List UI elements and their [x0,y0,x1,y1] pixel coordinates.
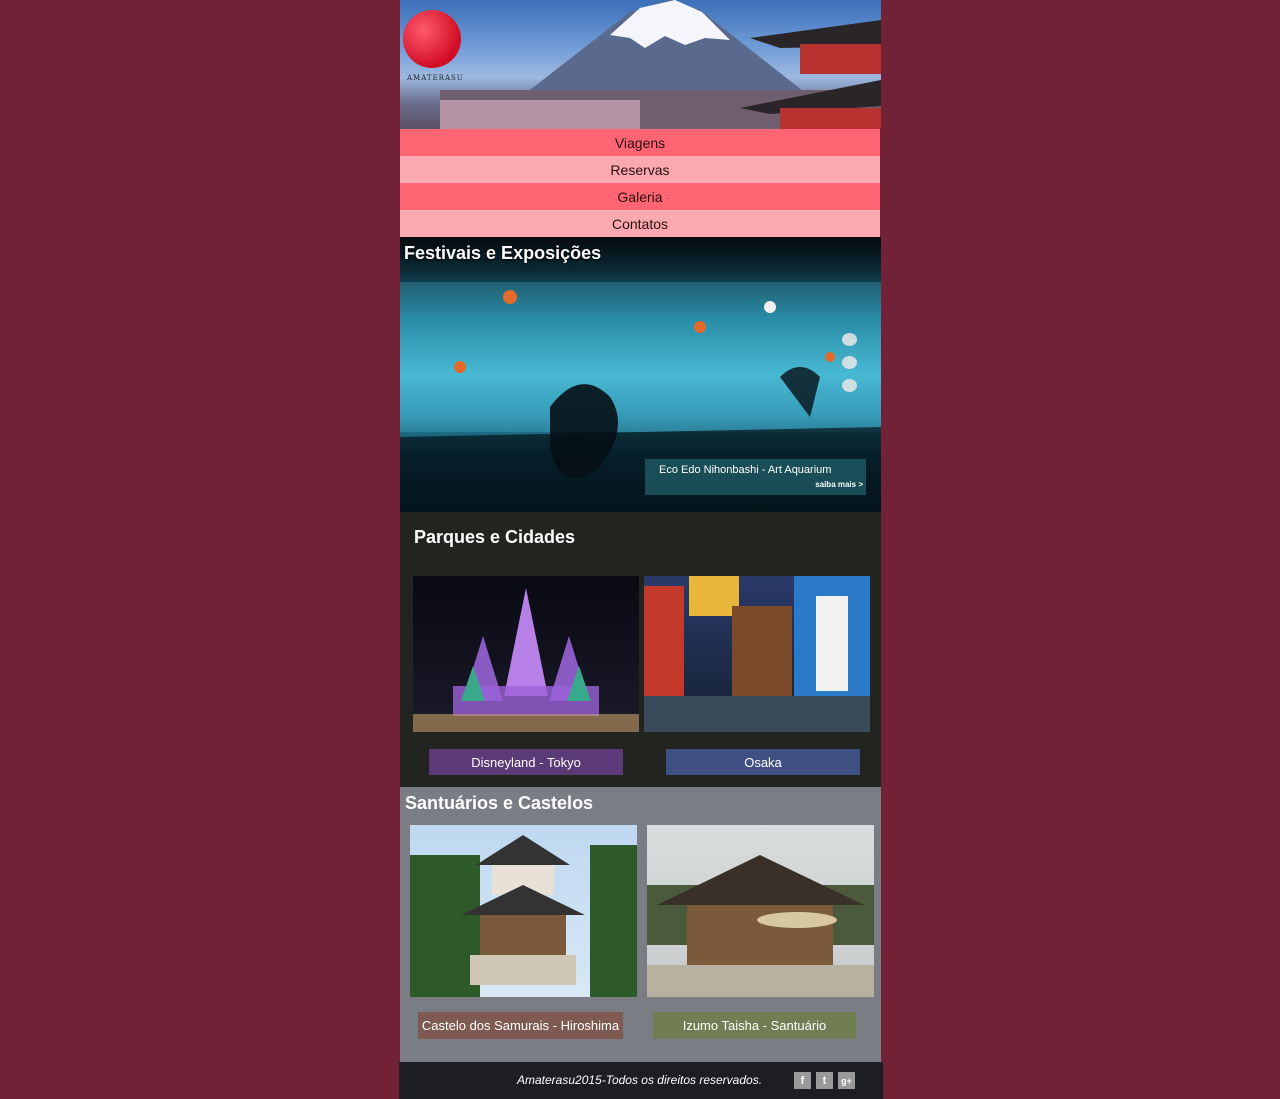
footer: Amaterasu2015-Todos os direitos reservad… [399,1062,883,1099]
izumo-taisha-photo[interactable] [647,825,874,997]
parks-title: Parques e Cidades [414,527,576,547]
logo-text: AMATERASU [407,74,464,82]
nav-item-contatos[interactable]: Contatos [400,210,880,237]
saiba-mais-link[interactable]: saiba mais > [815,480,863,489]
caption-title: Eco Edo Nihonbashi - Art Aquarium [659,464,832,476]
slider-dot-1[interactable] [842,333,857,346]
parks-section: Parques e Cidades Disneyland - Tokyo Osa… [400,512,881,787]
hiroshima-castle-photo[interactable] [410,825,637,997]
castelo-samurais-button[interactable]: Castelo dos Samurais - Hiroshima [418,1012,623,1039]
nav-item-viagens[interactable]: Viagens [400,129,880,156]
header-banner: AMATERASU [400,0,881,129]
izumo-taisha-button[interactable]: Izumo Taisha - Santuário [653,1012,856,1039]
disneyland-tokyo-button[interactable]: Disneyland - Tokyo [429,749,623,775]
osaka-button[interactable]: Osaka [666,749,860,775]
page: AMATERASU Viagens Reservas Galeria Conta… [399,0,883,1099]
pagoda-image [740,20,881,129]
slider-dot-2[interactable] [842,356,857,369]
shrines-title: Santuários e Castelos [405,793,594,813]
disneyland-photo[interactable] [413,576,639,732]
nav-item-reservas[interactable]: Reservas [400,156,880,183]
logo-sun-icon [403,10,461,68]
slide-caption: Eco Edo Nihonbashi - Art Aquarium saiba … [645,459,866,495]
festivals-slider: Festivais e Exposições Eco Edo Nihonbash… [400,237,881,512]
copyright-text: Amaterasu2015-Todos os direitos reservad… [517,1073,763,1087]
shrines-section: Santuários e Castelos Castelo dos Samura [400,787,881,1062]
facebook-icon[interactable]: f [794,1072,811,1089]
nav-item-galeria[interactable]: Galeria [400,183,880,210]
osaka-photo[interactable] [644,576,870,732]
amaterasu-logo[interactable]: AMATERASU [403,6,465,82]
festivals-title: Festivais e Exposições [404,243,602,263]
slider-dot-3[interactable] [842,379,857,392]
google-plus-icon[interactable]: g+ [838,1072,855,1089]
twitter-icon[interactable]: t [816,1072,833,1089]
